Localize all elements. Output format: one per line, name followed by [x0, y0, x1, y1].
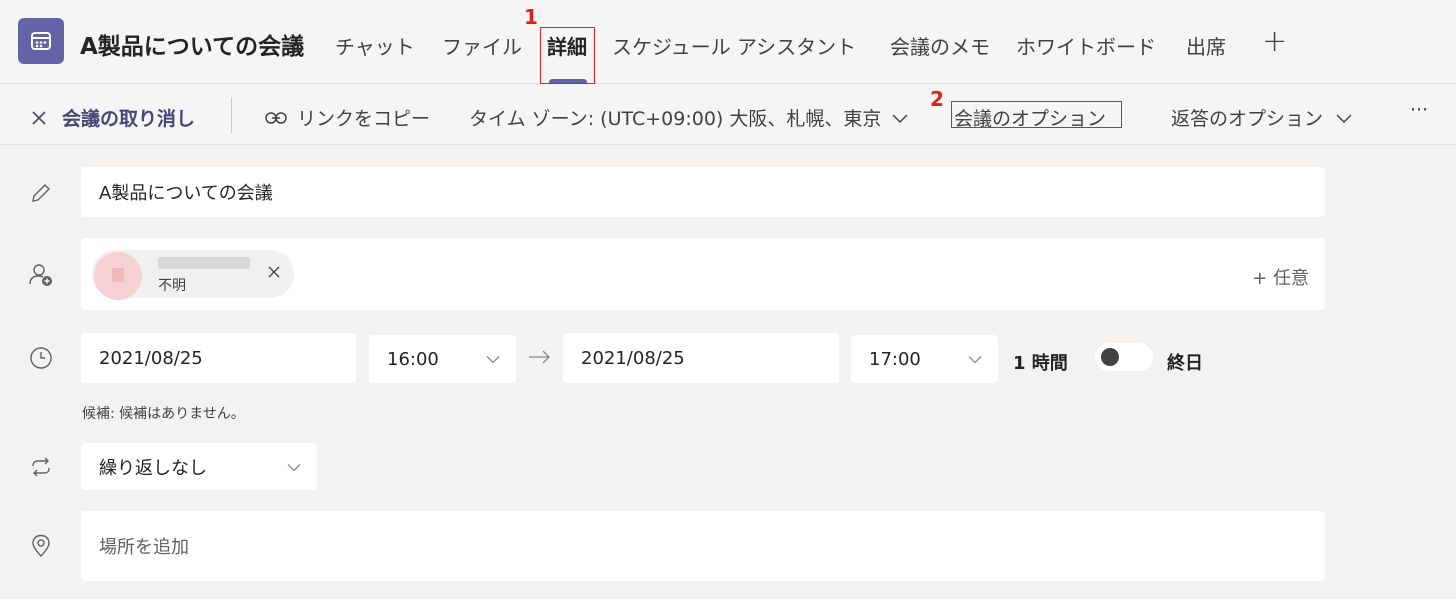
chevron-down-icon	[968, 349, 982, 370]
location-placeholder: 場所を追加	[99, 537, 189, 558]
link-icon	[265, 111, 287, 125]
end-date-picker[interactable]: 2021/08/25	[563, 333, 839, 383]
tab-whiteboard[interactable]: ホワイトボード	[1016, 31, 1156, 60]
avatar	[94, 252, 142, 300]
start-date-picker[interactable]: 2021/08/25	[81, 333, 356, 383]
all-day-toggle[interactable]	[1095, 343, 1153, 371]
repeat-dropdown[interactable]: 繰り返しなし	[81, 443, 317, 490]
clock-icon	[28, 345, 54, 371]
tab-details[interactable]: 詳細	[547, 31, 587, 60]
annotation-number-1: 1	[524, 5, 538, 29]
meeting-title: A製品についての会議	[80, 34, 305, 60]
meeting-options-label: 会議のオプション	[954, 108, 1107, 130]
calendar-icon	[18, 18, 64, 64]
copy-link-label: リンクをコピー	[297, 108, 431, 130]
more-options-button[interactable]: ···	[1410, 99, 1428, 121]
close-icon	[30, 109, 48, 127]
meeting-options-button[interactable]: 会議のオプション	[954, 104, 1106, 131]
attendee-name-redacted	[158, 257, 250, 269]
avatar-placeholder-icon	[112, 268, 124, 282]
response-options-dropdown[interactable]: 返答のオプション	[1171, 104, 1353, 131]
add-optional-attendee-button[interactable]: + 任意	[1252, 264, 1309, 290]
tab-meeting-notes[interactable]: 会議のメモ	[890, 31, 990, 60]
annotation-number-2: 2	[930, 87, 944, 111]
cancel-meeting-button[interactable]: 会議の取り消し	[30, 104, 195, 131]
repeat-icon	[28, 454, 54, 480]
chevron-down-icon	[486, 349, 500, 370]
add-tab-button[interactable]: +	[1262, 24, 1287, 59]
chevron-down-icon	[287, 456, 301, 477]
suggestion-text: 候補: 候補はありません。	[82, 406, 245, 422]
add-person-icon	[28, 262, 54, 288]
meeting-header: A製品についての会議 チャット ファイル 詳細 スケジュール アシスタント 会議…	[0, 0, 1456, 84]
tab-chat[interactable]: チャット	[335, 31, 415, 60]
copy-link-button[interactable]: リンクをコピー	[265, 104, 430, 131]
timezone-label: タイム ゾーン: (UTC+09:00) 大阪、札幌、東京	[469, 108, 882, 130]
tab-files[interactable]: ファイル	[442, 31, 522, 60]
repeat-value: 繰り返しなし	[99, 457, 207, 479]
response-options-label: 返答のオプション	[1171, 108, 1324, 130]
chevron-down-icon	[891, 112, 909, 124]
attendee-chip[interactable]: 不明	[92, 250, 294, 300]
arrow-right-icon	[528, 349, 552, 369]
meeting-toolbar: 会議の取り消し リンクをコピー タイム ゾーン: (UTC+09:00) 大阪、…	[0, 85, 1456, 145]
end-time-value: 17:00	[869, 348, 921, 370]
timezone-dropdown[interactable]: タイム ゾーン: (UTC+09:00) 大阪、札幌、東京	[469, 104, 909, 131]
pencil-icon	[28, 180, 54, 206]
tab-attendance[interactable]: 出席	[1186, 31, 1226, 60]
all-day-label: 終日	[1167, 353, 1203, 374]
location-icon	[28, 533, 54, 559]
title-input-value: A製品についての会議	[99, 183, 273, 204]
duration-label: 1 時間	[1013, 353, 1068, 374]
start-date-value: 2021/08/25	[99, 347, 203, 369]
tab-scheduling-assistant[interactable]: スケジュール アシスタント	[612, 31, 856, 60]
end-time-dropdown[interactable]: 17:00	[851, 335, 998, 383]
start-time-dropdown[interactable]: 16:00	[369, 335, 516, 383]
start-time-value: 16:00	[387, 348, 439, 370]
end-date-value: 2021/08/25	[581, 347, 685, 369]
title-input[interactable]: A製品についての会議	[81, 167, 1325, 217]
location-input[interactable]: 場所を追加	[81, 511, 1325, 581]
active-tab-indicator	[549, 79, 587, 84]
toggle-knob	[1101, 348, 1119, 366]
chevron-down-icon	[1335, 112, 1353, 124]
remove-attendee-icon[interactable]	[266, 264, 282, 284]
toolbar-divider	[231, 97, 232, 133]
attendee-status: 不明	[158, 278, 186, 294]
cancel-meeting-label: 会議の取り消し	[62, 108, 196, 130]
